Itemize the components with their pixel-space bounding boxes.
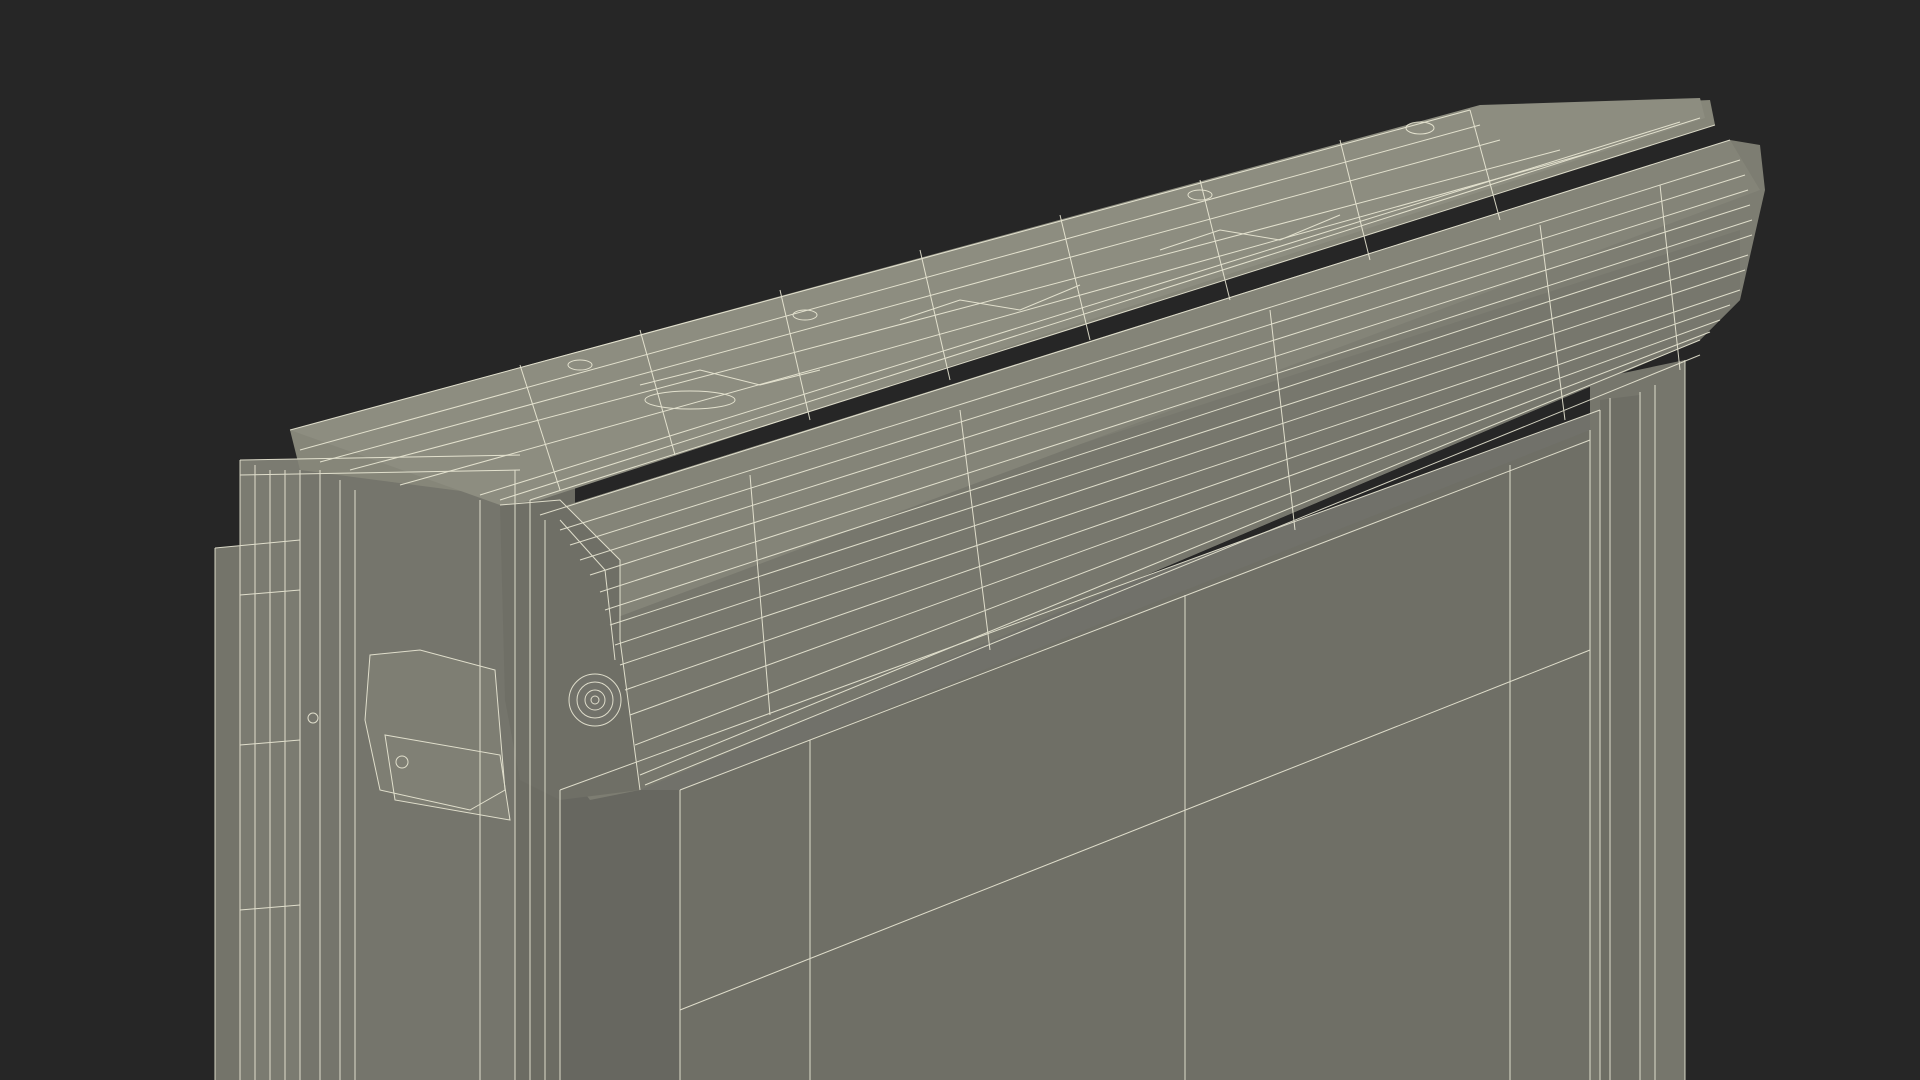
wireframe-render [0, 0, 1920, 1080]
render-viewport [0, 0, 1920, 1080]
right-side-frame [1590, 360, 1685, 1080]
